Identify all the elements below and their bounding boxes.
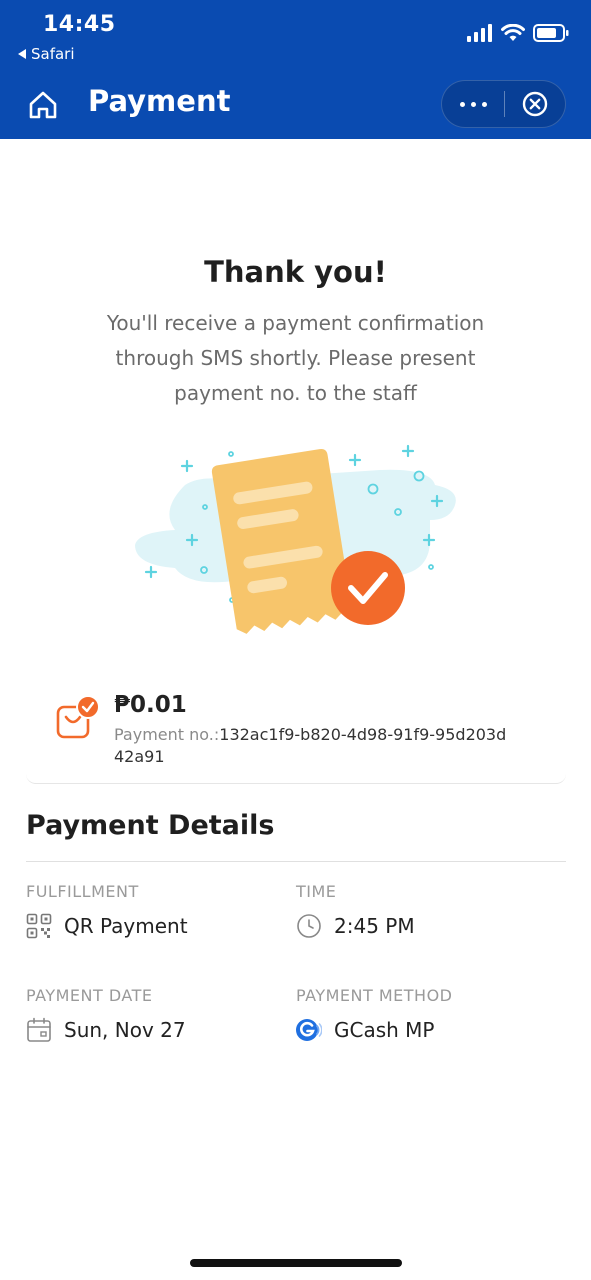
more-dot (470, 101, 476, 107)
back-arrow-icon (18, 49, 26, 59)
signal-icon (467, 24, 492, 42)
shopping-bag-check-icon (56, 695, 100, 739)
payment-date-label: PAYMENT DATE (26, 986, 153, 1005)
app-header: 14:45 Safari Payment (0, 0, 591, 139)
thank-you-title: Thank you! (204, 255, 387, 289)
home-indicator[interactable] (190, 1259, 402, 1267)
clock-icon (297, 914, 321, 938)
back-to-safari[interactable]: Safari (18, 45, 75, 63)
payment-method-value: GCash MP (334, 1018, 435, 1042)
confirmation-message: You'll receive a payment confirmation th… (106, 311, 485, 405)
payment-amount: ₱0.01 (114, 692, 187, 718)
close-circle-icon (522, 91, 548, 117)
battery-icon (533, 24, 569, 42)
more-dot (481, 101, 487, 107)
status-icons (467, 24, 569, 42)
qr-code-icon (26, 913, 52, 939)
gcash-logo-icon (296, 1019, 322, 1041)
fulfillment-detail: FULFILLMENT QR Payment (26, 882, 286, 939)
payment-summary-card: ₱0.01 Payment no.:132ac1f9-b820-4d98-91f… (26, 680, 566, 784)
home-icon[interactable] (26, 88, 60, 122)
status-time: 14:45 (43, 12, 116, 37)
receipt-illustration (135, 444, 456, 634)
page-title: Payment (88, 84, 231, 118)
fulfillment-value: QR Payment (64, 914, 188, 938)
divider (26, 861, 566, 862)
close-button[interactable] (505, 81, 565, 127)
payment-no-label: Payment no.: (114, 725, 220, 744)
more-dots-icon (459, 101, 465, 107)
fulfillment-label: FULFILLMENT (26, 882, 139, 901)
more-button[interactable] (442, 81, 504, 127)
back-label: Safari (31, 45, 75, 63)
calendar-icon (27, 1017, 51, 1042)
wifi-icon (501, 24, 525, 41)
time-detail: TIME 2:45 PM (296, 882, 556, 939)
mini-program-capsule (441, 80, 566, 128)
payment-details-title: Payment Details (26, 810, 275, 841)
time-value: 2:45 PM (334, 914, 415, 938)
payment-number: Payment no.:132ac1f9-b820-4d98-91f9-95d2… (114, 724, 514, 768)
time-label: TIME (296, 882, 337, 901)
payment-date-value: Sun, Nov 27 (64, 1018, 186, 1042)
payment-method-label: PAYMENT METHOD (296, 986, 453, 1005)
payment-method-detail: PAYMENT METHOD GCash MP (296, 986, 556, 1043)
payment-date-detail: PAYMENT DATE Sun, Nov 27 (26, 986, 286, 1043)
